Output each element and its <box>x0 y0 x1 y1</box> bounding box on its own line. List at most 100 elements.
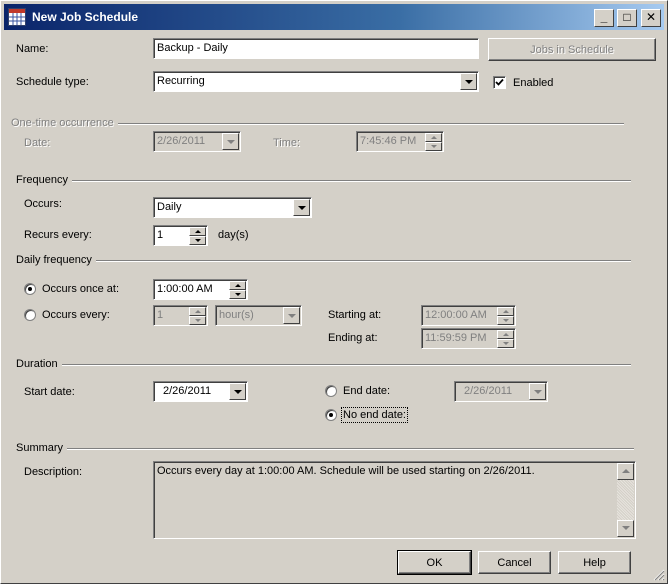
end-date-dropdown <box>529 383 546 400</box>
scroll-up-icon[interactable] <box>617 463 634 480</box>
start-date-dropdown-button[interactable] <box>229 383 246 400</box>
chevron-down-icon <box>234 390 242 394</box>
end-date-radio[interactable] <box>325 385 337 397</box>
starting-at-value: 12:00:00 AM <box>425 309 487 321</box>
occurs-value: Daily <box>157 201 182 213</box>
close-button[interactable]: ✕ <box>641 9 661 27</box>
frequency-section-title: Frequency <box>16 174 72 186</box>
one-time-time-spinner <box>425 133 442 151</box>
end-date-label[interactable]: End date: <box>343 385 390 397</box>
one-time-divider <box>111 123 624 125</box>
spin-down-icon[interactable] <box>189 236 206 245</box>
one-time-date-dropdown <box>222 133 239 150</box>
one-time-date-value: 2/26/2011 <box>157 135 206 147</box>
occurs-every-unit-dropdown <box>283 307 300 324</box>
occurs-once-time-value: 1:00:00 AM <box>157 283 213 295</box>
one-time-section-title: One-time occurrence <box>11 117 118 129</box>
spin-down-icon <box>497 316 514 325</box>
starting-at-input: 12:00:00 AM <box>421 305 516 326</box>
occurs-every-unit-value: hour(s) <box>219 309 254 321</box>
spin-up-icon <box>189 307 206 316</box>
window-title: New Job Schedule <box>32 10 139 24</box>
occurs-once-label[interactable]: Occurs once at: <box>42 283 119 295</box>
occurs-once-time-input[interactable]: 1:00:00 AM <box>153 279 248 300</box>
dialog-window: New Job Schedule _ □ ✕ Name: Backup - Da… <box>0 0 668 584</box>
daily-frequency-divider <box>93 260 631 262</box>
spin-up-icon <box>425 133 442 142</box>
start-date-value: 2/26/2011 <box>163 385 212 397</box>
spin-down-icon <box>425 142 442 151</box>
one-time-date-label: Date: <box>24 137 51 149</box>
one-time-date-picker: 2/26/2011 <box>153 131 241 152</box>
title-bar[interactable]: New Job Schedule _ □ ✕ <box>4 4 664 30</box>
minimize-button[interactable]: _ <box>594 9 614 27</box>
ending-at-spinner <box>497 330 514 348</box>
ending-at-input: 11:59:59 PM <box>421 328 516 349</box>
chevron-down-icon <box>288 314 296 318</box>
occurs-every-unit-select: hour(s) <box>215 305 302 326</box>
name-input[interactable]: Backup - Daily <box>153 38 479 59</box>
recurs-every-label: Recurs every: <box>24 229 92 241</box>
no-end-date-label[interactable]: No end date: <box>341 407 408 423</box>
occurs-every-label[interactable]: Occurs every: <box>42 309 110 321</box>
duration-divider <box>62 364 631 366</box>
schedule-type-select[interactable]: Recurring <box>153 71 479 92</box>
description-text: Occurs every day at 1:00:00 AM. Schedule… <box>157 465 535 477</box>
spin-up-icon <box>497 330 514 339</box>
ending-at-label: Ending at: <box>328 332 378 344</box>
description-label: Description: <box>24 466 83 478</box>
duration-section-title: Duration <box>16 358 62 370</box>
occurs-every-input: 1 <box>153 305 208 326</box>
checkmark-icon <box>495 78 504 86</box>
occurs-once-spinner[interactable] <box>229 281 246 299</box>
spin-up-icon[interactable] <box>189 227 206 236</box>
schedule-type-dropdown-button[interactable] <box>460 73 477 90</box>
occurs-dropdown-button[interactable] <box>293 199 310 216</box>
description-scrollbar[interactable] <box>617 463 634 537</box>
cancel-button[interactable]: Cancel <box>478 551 551 574</box>
spin-down-icon <box>189 316 206 325</box>
spin-down-icon[interactable] <box>229 290 246 299</box>
frequency-divider <box>71 180 631 182</box>
starting-at-spinner <box>497 307 514 325</box>
chevron-down-icon <box>227 140 235 144</box>
chevron-down-icon <box>534 390 542 394</box>
end-date-value: 2/26/2011 <box>464 385 513 397</box>
enabled-checkbox[interactable] <box>493 76 506 89</box>
chevron-down-icon <box>298 206 306 210</box>
one-time-time-input: 7:45:46 PM <box>356 131 444 152</box>
help-button[interactable]: Help <box>558 551 631 574</box>
end-date-picker: 2/26/2011 <box>454 381 548 402</box>
occurs-every-spinner <box>189 307 206 325</box>
occurs-every-value: 1 <box>157 309 164 321</box>
one-time-time-label: Time: <box>273 137 301 149</box>
start-date-label: Start date: <box>24 386 75 398</box>
recurs-unit-label: day(s) <box>218 229 249 241</box>
no-end-date-radio[interactable] <box>325 409 337 421</box>
scroll-down-icon[interactable] <box>617 520 634 537</box>
description-textarea[interactable]: Occurs every day at 1:00:00 AM. Schedule… <box>153 461 636 539</box>
schedule-type-value: Recurring <box>157 75 205 87</box>
maximize-button[interactable]: □ <box>617 9 637 27</box>
occurs-every-radio[interactable] <box>24 309 36 321</box>
daily-frequency-section-title: Daily frequency <box>16 254 96 266</box>
enabled-label: Enabled <box>513 77 554 89</box>
schedule-type-label: Schedule type: <box>16 76 89 88</box>
start-date-picker[interactable]: 2/26/2011 <box>153 381 248 402</box>
spin-up-icon[interactable] <box>229 281 246 290</box>
spin-down-icon <box>497 339 514 348</box>
summary-divider <box>64 448 634 450</box>
one-time-time-value: 7:45:46 PM <box>360 135 417 147</box>
ending-at-value: 11:59:59 PM <box>425 332 487 344</box>
occurs-label: Occurs: <box>24 198 62 210</box>
occurs-select[interactable]: Daily <box>153 197 312 218</box>
chevron-down-icon <box>465 80 473 84</box>
occurs-once-radio[interactable] <box>24 283 36 295</box>
recurs-every-input[interactable]: 1 <box>153 225 208 246</box>
recurs-every-spinner[interactable] <box>189 227 206 245</box>
jobs-in-schedule-button[interactable]: Jobs in Schedule <box>488 38 656 61</box>
starting-at-label: Starting at: <box>328 309 382 321</box>
resize-grip-icon[interactable] <box>653 569 665 581</box>
schedule-grid-icon <box>8 8 26 26</box>
ok-button[interactable]: OK <box>397 550 472 575</box>
